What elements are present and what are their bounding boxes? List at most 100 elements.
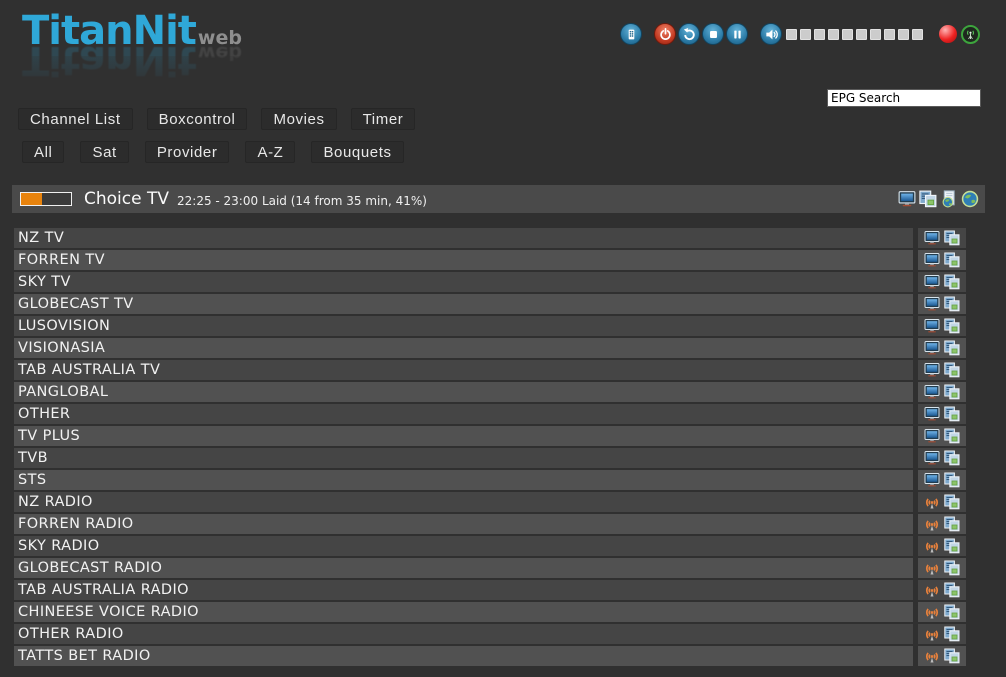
epg-list-icon[interactable]	[944, 494, 961, 511]
radio-icon[interactable]	[924, 494, 941, 511]
channel-row[interactable]: TATTS BET RADIO	[14, 646, 966, 666]
speaker-icon[interactable]	[760, 23, 782, 45]
channel-row[interactable]: OTHER	[14, 404, 966, 424]
filter-provider[interactable]: Provider	[145, 141, 230, 163]
record-icon[interactable]	[939, 25, 957, 43]
epg-list-icon[interactable]	[944, 582, 961, 599]
epg-page-icon[interactable]	[939, 190, 958, 209]
tv-icon[interactable]	[924, 340, 941, 357]
channel-row[interactable]: GLOBECAST TV	[14, 294, 966, 314]
channel-name[interactable]: SKY TV	[14, 272, 913, 292]
channel-name[interactable]: TAB AUSTRALIA TV	[14, 360, 913, 380]
channel-row[interactable]: CHINEESE VOICE RADIO	[14, 602, 966, 622]
channel-row[interactable]: FORREN TV	[14, 250, 966, 270]
volume-segment[interactable]	[884, 29, 895, 40]
epg-list-icon[interactable]	[944, 472, 961, 489]
channel-row[interactable]: TVB	[14, 448, 966, 468]
signal-icon[interactable]	[961, 25, 980, 44]
volume-segment[interactable]	[842, 29, 853, 40]
channel-name[interactable]: OTHER	[14, 404, 913, 424]
tv-icon[interactable]	[924, 450, 941, 467]
filter-sat[interactable]: Sat	[80, 141, 128, 163]
radio-icon[interactable]	[924, 604, 941, 621]
channel-row[interactable]: LUSOVISION	[14, 316, 966, 336]
channel-name[interactable]: CHINEESE VOICE RADIO	[14, 602, 913, 622]
channel-name[interactable]: STS	[14, 470, 913, 490]
refresh-icon[interactable]	[678, 23, 700, 45]
channel-row[interactable]: OTHER RADIO	[14, 624, 966, 644]
tv-icon[interactable]	[924, 296, 941, 313]
volume-segment[interactable]	[912, 29, 923, 40]
tab-boxcontrol[interactable]: Boxcontrol	[147, 108, 248, 130]
radio-icon[interactable]	[924, 582, 941, 599]
epg-list-icon[interactable]	[944, 516, 961, 533]
volume-segment[interactable]	[870, 29, 881, 40]
volume-segment[interactable]	[800, 29, 811, 40]
tv-icon[interactable]	[924, 428, 941, 445]
channel-row[interactable]: TV PLUS	[14, 426, 966, 446]
tv-icon[interactable]	[924, 384, 941, 401]
power-icon[interactable]	[654, 23, 676, 45]
epg-list-icon[interactable]	[944, 450, 961, 467]
tv-icon[interactable]	[924, 406, 941, 423]
channel-row[interactable]: NZ TV	[14, 228, 966, 248]
epg-list-icon[interactable]	[918, 190, 937, 209]
channel-name[interactable]: FORREN TV	[14, 250, 913, 270]
channel-name[interactable]: TAB AUSTRALIA RADIO	[14, 580, 913, 600]
filter-all[interactable]: All	[22, 141, 64, 163]
channel-row[interactable]: SKY RADIO	[14, 536, 966, 556]
radio-icon[interactable]	[924, 516, 941, 533]
tv-icon[interactable]	[924, 230, 941, 247]
channel-row[interactable]: TAB AUSTRALIA RADIO	[14, 580, 966, 600]
epg-list-icon[interactable]	[944, 626, 961, 643]
channel-row[interactable]: GLOBECAST RADIO	[14, 558, 966, 578]
tv-icon[interactable]	[924, 252, 941, 269]
channel-row[interactable]: PANGLOBAL	[14, 382, 966, 402]
tv-icon[interactable]	[924, 472, 941, 489]
tab-channel-list[interactable]: Channel List	[18, 108, 133, 130]
radio-icon[interactable]	[924, 626, 941, 643]
epg-list-icon[interactable]	[944, 230, 961, 247]
remote-icon[interactable]	[620, 23, 642, 45]
channel-row[interactable]: TAB AUSTRALIA TV	[14, 360, 966, 380]
radio-icon[interactable]	[924, 560, 941, 577]
channel-row[interactable]: VISIONASIA	[14, 338, 966, 358]
web-globe-icon[interactable]	[960, 190, 979, 209]
volume-segment[interactable]	[828, 29, 839, 40]
tab-movies[interactable]: Movies	[261, 108, 336, 130]
channel-name[interactable]: TATTS BET RADIO	[14, 646, 913, 666]
epg-list-icon[interactable]	[944, 362, 961, 379]
channel-name[interactable]: SKY RADIO	[14, 536, 913, 556]
channel-name[interactable]: NZ TV	[14, 228, 913, 248]
channel-row[interactable]: STS	[14, 470, 966, 490]
filter-bouquets[interactable]: Bouquets	[311, 141, 403, 163]
channel-name[interactable]: OTHER RADIO	[14, 624, 913, 644]
epg-search-input[interactable]	[827, 89, 981, 107]
channel-row[interactable]: SKY TV	[14, 272, 966, 292]
tv-icon[interactable]	[924, 362, 941, 379]
epg-list-icon[interactable]	[944, 274, 961, 291]
epg-list-icon[interactable]	[944, 252, 961, 269]
radio-icon[interactable]	[924, 538, 941, 555]
channel-name[interactable]: LUSOVISION	[14, 316, 913, 336]
volume-segment[interactable]	[786, 29, 797, 40]
channel-name[interactable]: TV PLUS	[14, 426, 913, 446]
channel-name[interactable]: GLOBECAST TV	[14, 294, 913, 314]
epg-list-icon[interactable]	[944, 428, 961, 445]
tv-icon[interactable]	[924, 274, 941, 291]
channel-name[interactable]: TVB	[14, 448, 913, 468]
volume-segment[interactable]	[856, 29, 867, 40]
stop-icon[interactable]	[702, 23, 724, 45]
channel-name[interactable]: FORREN RADIO	[14, 514, 913, 534]
epg-list-icon[interactable]	[944, 384, 961, 401]
channel-row[interactable]: FORREN RADIO	[14, 514, 966, 534]
channel-name[interactable]: VISIONASIA	[14, 338, 913, 358]
tv-icon[interactable]	[897, 190, 916, 209]
channel-name[interactable]: NZ RADIO	[14, 492, 913, 512]
channel-name[interactable]: PANGLOBAL	[14, 382, 913, 402]
tv-icon[interactable]	[924, 318, 941, 335]
channel-row[interactable]: NZ RADIO	[14, 492, 966, 512]
channel-name[interactable]: GLOBECAST RADIO	[14, 558, 913, 578]
epg-list-icon[interactable]	[944, 406, 961, 423]
radio-icon[interactable]	[924, 648, 941, 665]
